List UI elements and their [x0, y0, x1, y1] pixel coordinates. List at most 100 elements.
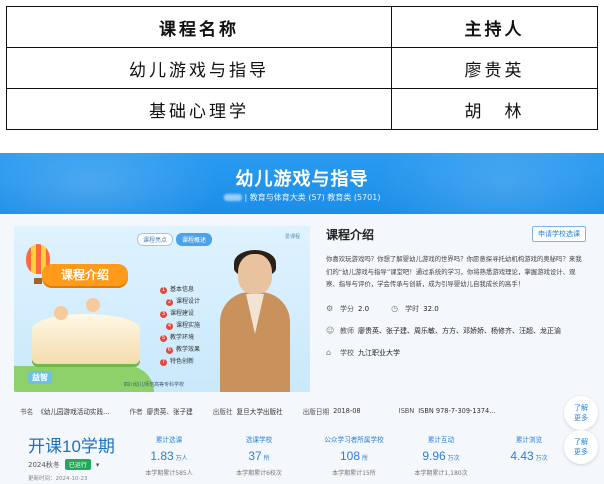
term-update-row: 更新时间：2024-10-23 [28, 474, 115, 482]
book-author-label: 作者 [129, 408, 143, 416]
book-publisher-label: 出版社 [212, 408, 233, 416]
table-row: 基础心理学 胡 林 [6, 88, 598, 130]
course-cell: 基础心理学 [6, 88, 392, 130]
host-cell: 廖贵英 [391, 47, 598, 89]
header-host: 主持人 [391, 6, 598, 48]
book-name-label: 书名 [20, 408, 34, 416]
school-icon: ⌂ [326, 347, 332, 357]
outline-item: 5 教学环境 [160, 332, 200, 344]
textbook-bar: 书名 《幼儿园游戏活动实践... 作者 廖贵英、张子建 出版社 复旦大学出版社 出版日… [0, 402, 570, 420]
blurred-label [223, 194, 242, 201]
outline-label: 课程建设 [170, 310, 195, 317]
stat-value: 9.96 万次 [422, 449, 460, 463]
child-illustration [54, 306, 68, 320]
book-isbn-value: ISBN 978-7-309-1374... [418, 407, 496, 415]
outline-label: 特色创新 [170, 358, 195, 365]
stat-value: 1.83 万人 [150, 449, 188, 463]
video-headline: 课程介绍 [42, 264, 128, 286]
outline-label: 基本信息 [170, 286, 195, 293]
hours-label: 学时 [405, 304, 420, 313]
more-book-button[interactable]: 了解 更多 [564, 396, 598, 430]
more-line1: 了解 [574, 404, 588, 412]
stat-value: 4.43 万次 [510, 449, 548, 463]
stat-value: 108 所 [339, 449, 369, 463]
book-illustration [32, 314, 140, 364]
header-course-name: 课程名称 [6, 6, 392, 48]
teachers-row: ☺ 教师 廖贵英、张子建、周乐敏、方方、邓娇娇、杨修齐、汪超、龙正渝 [326, 326, 598, 336]
video-caption: 四川幼儿师范高等专科学校 [124, 382, 185, 388]
status-badge: 已运行 [64, 459, 91, 470]
number-badge: 7 [160, 358, 167, 366]
stat-label: 选课学校 [245, 436, 273, 444]
presenter-head [238, 254, 272, 294]
outline-item: 7 特色创新 [160, 356, 200, 368]
stat-sub: 本学期累计15所 [332, 470, 376, 477]
credit-row: ⚙ 学分 2.0 ◷ 学时 32.0 [326, 304, 598, 314]
credit-icon: ⚙ [326, 303, 334, 313]
number-badge: 6 [166, 346, 173, 354]
stat-label: 累计选课 [155, 436, 183, 444]
course-banner: 幼儿游戏与指导 | 教育与体育大类 (57) 教育类 (5701) [0, 153, 604, 214]
course-description: 你喜欢玩游戏吗？你想了解婴幼儿游戏的世界吗？你愿意探寻托幼机构游戏的奥秘吗？来我… [326, 255, 582, 288]
tab-overview[interactable]: 课程概述 [176, 233, 213, 246]
outline-item: 2 课程设计 [166, 296, 200, 308]
stats-bar: 开课10学期 2024秋冬 已运行 ▾ 更新时间：2024-10-23 累计选课… [0, 426, 604, 484]
stat-enrolled: 累计选课 1.83 万人 本学期累计585人 [124, 434, 214, 477]
book-date-value: 2018-08 [333, 407, 361, 415]
outline-label: 教学环境 [170, 334, 195, 341]
tab-highlight[interactable]: 课程亮点 [137, 233, 174, 246]
update-label: 更新时间： [28, 476, 56, 482]
number-badge: 1 [160, 286, 167, 294]
book-isbn-label: ISBN [398, 407, 415, 415]
outline-list: 1 基本信息 2 课程设计 3 课程建设 4 课程实施 5 教学环境 6 教学效果 7 特色创… [160, 284, 200, 368]
course-info: 课程介绍 申请学校选课 你喜欢玩游戏吗？你想了解婴幼儿游戏的世界吗？你愿意探寻托… [326, 226, 598, 370]
outline-label: 课程实施 [176, 322, 201, 329]
school-row: ⌂ 学校 九江职业大学 [326, 348, 598, 358]
apply-school-button[interactable]: 申请学校选课 [532, 226, 586, 242]
term-season: 2024秋冬 [28, 460, 60, 469]
credit-label: 学分 [340, 304, 354, 313]
more-line2: 更多 [574, 414, 588, 422]
stat-schools: 选课学校 37 所 本学期累计6校次 [214, 434, 304, 477]
presenter-illustration [216, 250, 292, 392]
people-icon: ☺ [326, 325, 335, 335]
course-table: 课程名称 主持人 幼儿游戏与指导 廖贵英 基础心理学 胡 林 [6, 6, 598, 130]
number-badge: 3 [160, 310, 167, 318]
term-block: 开课10学期 2024秋冬 已运行 ▾ 更新时间：2024-10-23 [28, 432, 115, 482]
course-cell: 幼儿游戏与指导 [6, 47, 392, 89]
page: 课程名称 主持人 幼儿游戏与指导 廖贵英 基础心理学 胡 林 幼儿游戏与指导 |… [0, 0, 604, 484]
child-illustration [86, 298, 100, 312]
book-author-value: 廖贵英、张子建 [146, 408, 193, 416]
host-cell: 胡 林 [391, 88, 598, 130]
stamp-label: 益智 [28, 371, 52, 384]
video-player[interactable]: 课程亮点 课程概述 爱课程 课程介绍 益智 1 基本信息 2 课程设计 3 课程建设 … [14, 226, 310, 392]
stat-label: 累计互动 [427, 436, 455, 444]
number-badge: 4 [166, 322, 173, 330]
platform-logo: 爱课程 [284, 234, 300, 240]
number-badge: 5 [160, 334, 167, 342]
table-row: 幼儿游戏与指导 廖贵英 [6, 47, 598, 89]
stat-sub: 本学期累计6校次 [236, 470, 282, 477]
outline-item: 4 课程实施 [166, 320, 200, 332]
stat-interactions: 累计互动 9.96 万次 本学期累计1,180次 [396, 434, 486, 477]
clock-icon: ◷ [391, 303, 399, 313]
stat-value: 37 所 [248, 449, 270, 463]
outline-item: 6 教学效果 [166, 344, 200, 356]
school-value[interactable]: 九江职业大学 [358, 348, 400, 358]
stat-views: 累计浏览 4.43 万次 [484, 434, 574, 468]
book-date-label: 出版日期 [302, 408, 330, 416]
number-badge: 2 [166, 298, 173, 306]
video-tabs: 课程亮点 课程概述 [137, 233, 213, 246]
update-date: 2024-10-23 [55, 476, 88, 482]
stat-sub: 本学期累计585人 [145, 470, 193, 477]
outline-item: 1 基本信息 [160, 284, 200, 296]
chevron-down-icon[interactable]: ▾ [96, 461, 100, 469]
stat-label: 累计浏览 [515, 436, 543, 444]
category-breadcrumb[interactable]: | 教育与体育大类 (57) 教育类 (5701) [0, 192, 604, 203]
term-status-row: 2024秋冬 已运行 ▾ [28, 459, 115, 470]
balloon-basket-icon [34, 278, 42, 284]
outline-label: 教学效果 [176, 346, 201, 353]
category-text: | 教育与体育大类 (57) 教育类 (5701) [244, 193, 381, 202]
stat-public-schools: 公众学习者所属学校 108 所 本学期累计15所 [304, 434, 404, 477]
stat-label: 公众学习者所属学校 [324, 436, 384, 444]
